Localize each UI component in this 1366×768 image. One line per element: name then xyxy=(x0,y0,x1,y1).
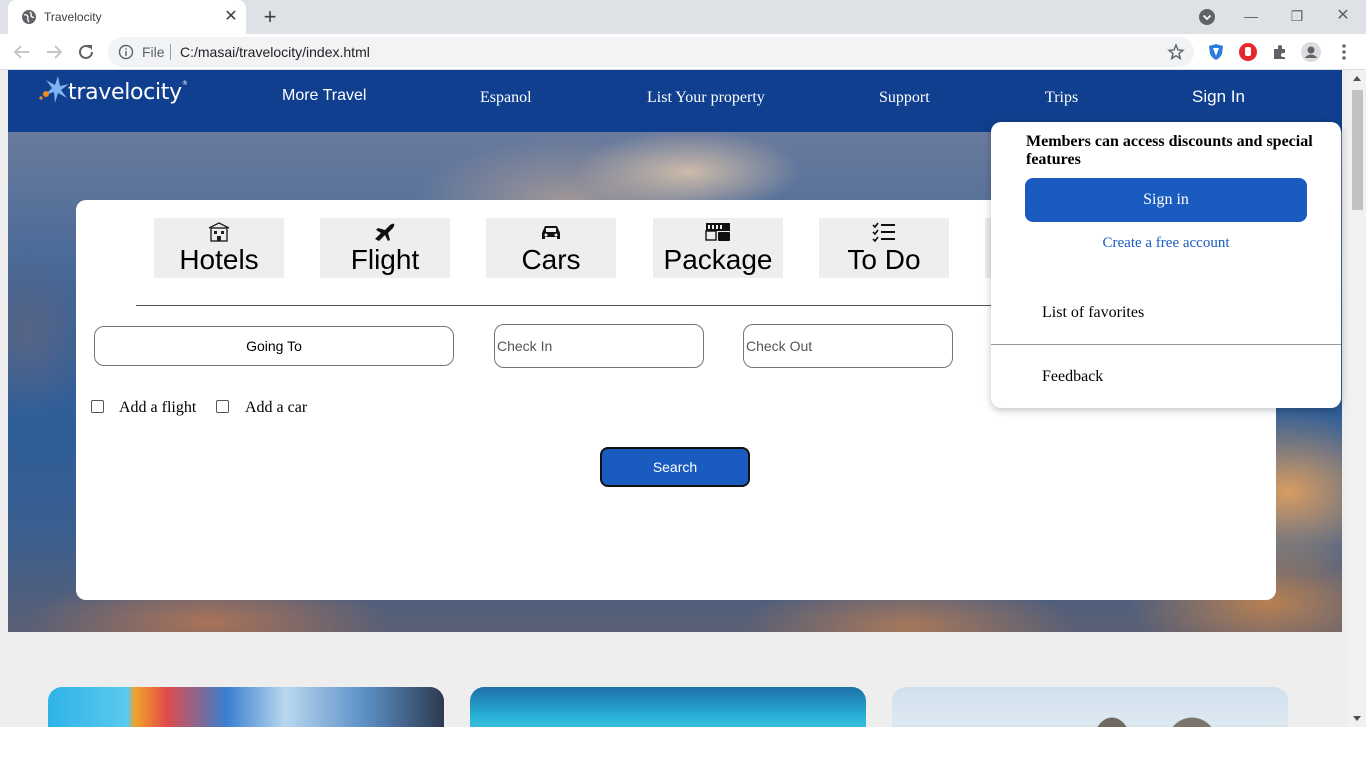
add-car-label: Add a car xyxy=(245,399,308,416)
add-flight-label: Add a flight xyxy=(119,399,197,416)
url-text[interactable]: C:/masai/travelocity/index.html xyxy=(180,44,370,60)
reload-icon[interactable] xyxy=(74,40,98,64)
nav-espanol[interactable]: Espanol xyxy=(480,89,532,107)
nav-sign-in[interactable]: Sign In xyxy=(1192,87,1245,107)
plane-icon xyxy=(375,223,395,241)
add-flight-checkbox[interactable] xyxy=(91,400,104,413)
promo-card-1[interactable] xyxy=(48,687,444,727)
back-icon[interactable] xyxy=(10,40,34,64)
going-to-input[interactable]: Going To xyxy=(94,326,454,366)
category-divider xyxy=(136,305,1056,306)
bookmark-star-icon[interactable] xyxy=(1167,43,1185,61)
category-label: Package xyxy=(663,244,773,275)
car-icon xyxy=(542,226,560,239)
add-car-checkbox[interactable] xyxy=(216,400,229,413)
profile-avatar-icon[interactable] xyxy=(1301,42,1321,62)
category-to-do[interactable]: To Do xyxy=(819,218,949,278)
category-package[interactable]: Package xyxy=(653,218,783,278)
create-account-link[interactable]: Create a free account xyxy=(991,235,1341,252)
forward-icon[interactable] xyxy=(42,40,66,64)
dropdown-divider xyxy=(991,344,1341,345)
scroll-up-icon[interactable] xyxy=(1353,76,1361,81)
tab-search-icon[interactable] xyxy=(1198,8,1216,26)
restore-icon[interactable]: ❐ xyxy=(1282,4,1312,28)
logo-star-icon xyxy=(39,76,69,103)
package-icon xyxy=(705,223,730,241)
info-icon[interactable] xyxy=(118,44,134,60)
new-tab-icon[interactable]: + xyxy=(258,6,282,30)
sign-in-dropdown: Members can access discounts and special… xyxy=(991,122,1341,408)
dropdown-sign-in-button[interactable]: Sign in xyxy=(1025,178,1307,222)
tab-title: Travelocity xyxy=(44,10,102,24)
promo-card-2[interactable] xyxy=(470,687,866,727)
url-separator xyxy=(170,44,171,60)
close-tab-icon[interactable]: ✕ xyxy=(222,8,240,26)
logo-text: travelocity® xyxy=(68,80,188,105)
scroll-down-icon[interactable] xyxy=(1353,716,1361,721)
category-label: Cars xyxy=(521,244,581,275)
search-button[interactable]: Search xyxy=(600,447,750,487)
check-in-input[interactable]: Check In xyxy=(494,324,704,368)
scrollbar-thumb[interactable] xyxy=(1352,90,1363,210)
browser-tab[interactable]: Travelocity ✕ xyxy=(8,0,246,34)
window-close-icon[interactable]: ✕ xyxy=(1328,4,1358,28)
dropdown-title: Members can access discounts and special… xyxy=(1026,133,1313,168)
extensions-puzzle-icon[interactable] xyxy=(1270,42,1290,62)
category-hotels[interactable]: Hotels xyxy=(154,218,284,278)
category-label: Flight xyxy=(350,244,420,275)
nav-trips[interactable]: Trips xyxy=(1045,89,1078,107)
browser-tabbar: Travelocity ✕ + — ❐ ✕ xyxy=(0,0,1366,34)
promo-card-3[interactable] xyxy=(892,687,1288,727)
nav-list-property[interactable]: List Your property xyxy=(647,89,765,107)
adblock-extension-icon[interactable] xyxy=(1238,42,1258,62)
category-label: Hotels xyxy=(179,244,259,275)
feedback-link[interactable]: Feedback xyxy=(1042,368,1103,386)
bottom-blank-area xyxy=(0,727,1366,768)
checklist-icon xyxy=(872,222,895,242)
category-label: To Do xyxy=(847,244,921,275)
url-scheme: File xyxy=(142,44,165,60)
hotel-icon xyxy=(208,222,230,242)
check-out-input[interactable]: Check Out xyxy=(743,324,953,368)
shield-extension-icon[interactable] xyxy=(1206,42,1226,62)
page-scrollbar[interactable] xyxy=(1349,70,1366,727)
favorites-link[interactable]: List of favorites xyxy=(1042,304,1144,322)
nav-more-travel[interactable]: More Travel xyxy=(282,87,366,105)
globe-icon xyxy=(22,10,36,24)
nav-support[interactable]: Support xyxy=(879,89,930,107)
category-cars[interactable]: Cars xyxy=(486,218,616,278)
category-flight[interactable]: Flight xyxy=(320,218,450,278)
browser-toolbar: File C:/masai/travelocity/index.html xyxy=(0,34,1366,70)
browser-menu-icon[interactable] xyxy=(1334,42,1354,62)
address-bar[interactable]: File C:/masai/travelocity/index.html xyxy=(108,37,1194,67)
minimize-icon[interactable]: — xyxy=(1236,4,1266,28)
